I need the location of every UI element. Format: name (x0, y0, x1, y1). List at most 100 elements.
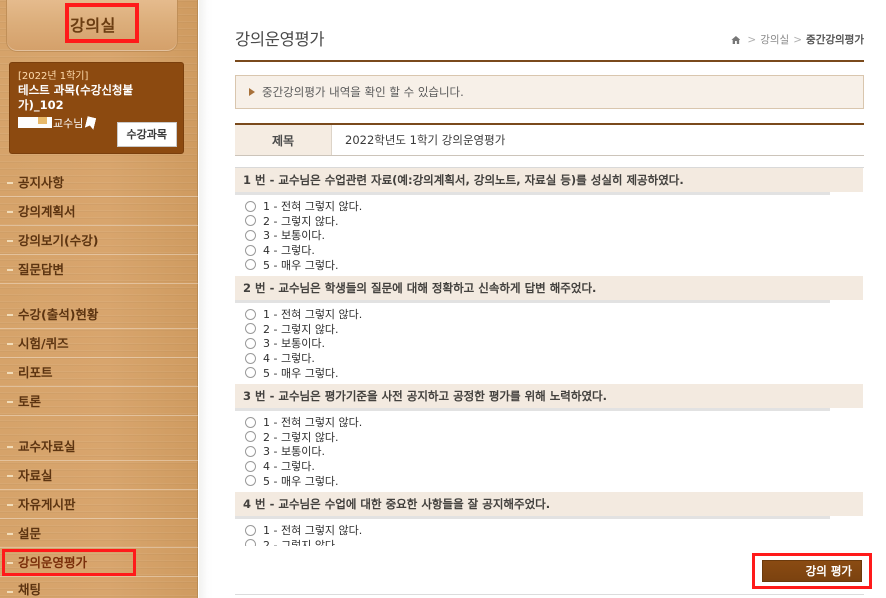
option-label[interactable]: 2 - 그렇지 않다. (263, 537, 339, 546)
my-courses-button[interactable]: 수강과목 (116, 122, 177, 147)
sidebar-item-label: 리포트 (18, 365, 53, 380)
sidebar-item-1-group-2[interactable]: 수강(출석)현황 (0, 300, 198, 329)
sidebar-item-label: 교수자료실 (18, 439, 76, 454)
radio-button[interactable] (245, 524, 256, 536)
question-header: 4 번 - 교수님은 수업에 대한 중요한 사항들을 잘 공지해주었다. (235, 491, 863, 519)
sidebar-item-2-group-3[interactable]: 자료실 (0, 461, 198, 490)
radio-button[interactable] (245, 475, 256, 487)
option-row[interactable]: 4 - 그렇다. (245, 351, 864, 366)
option-row[interactable]: 2 - 그렇지 않다. (245, 430, 864, 445)
page-title: 강의운영평가 (235, 30, 325, 49)
content-header: 강의운영평가 > 강의실 > 중간강의평가 (235, 22, 864, 62)
breadcrumb-item-classroom[interactable]: 강의실 (760, 34, 789, 46)
survey-title-value: 2022학년도 1학기 강의운영평가 (332, 125, 864, 155)
radio-button[interactable] (245, 367, 256, 379)
sidebar-item-2-group-2[interactable]: 시험/퀴즈 (0, 329, 198, 358)
sidebar-item-5-group-3[interactable]: 강의운영평가 (0, 548, 198, 577)
option-row[interactable]: 3 - 보통이다. (245, 336, 864, 351)
option-row[interactable]: 3 - 보통이다. (245, 444, 864, 459)
radio-button[interactable] (245, 431, 256, 443)
sidebar-item-3-group-1[interactable]: 강의보기(수강) (0, 226, 198, 255)
option-label[interactable]: 1 - 전혀 그렇지 않다. (263, 522, 362, 538)
radio-button[interactable] (245, 539, 256, 546)
submit-evaluation-button[interactable]: 강의 평가 (762, 560, 862, 582)
radio-button[interactable] (245, 337, 256, 349)
question-options: 1 - 전혀 그렇지 않다.2 - 그렇지 않다.3 - 보통이다.4 - 그렇… (235, 300, 864, 384)
option-row[interactable]: 2 - 그렇지 않다. (245, 537, 864, 546)
radio-button[interactable] (245, 215, 256, 227)
question-options: 1 - 전혀 그렇지 않다.2 - 그렇지 않다.3 - 보통이다.4 - 그렇… (235, 516, 864, 546)
sidebar-item-label: 시험/퀴즈 (18, 336, 69, 351)
option-label[interactable]: 3 - 보통이다. (263, 443, 325, 459)
sidebar-item-label: 자료실 (18, 468, 53, 483)
option-row[interactable]: 5 - 매우 그렇다. (245, 365, 864, 380)
sidebar-item-4-group-2[interactable]: 토론 (0, 387, 198, 416)
radio-button[interactable] (245, 229, 256, 241)
sidebar-item-3-group-3[interactable]: 자유게시판 (0, 490, 198, 519)
option-label[interactable]: 4 - 그렇다. (263, 458, 315, 474)
question-header-shadow (235, 407, 830, 411)
bottom-action-bar: 강의 평가 (235, 551, 872, 598)
question-block: 2 번 - 교수님은 학생들의 질문에 대해 정확하고 신속하게 답변 해주었다… (235, 275, 864, 384)
option-label[interactable]: 5 - 매우 그렇다. (263, 257, 339, 273)
option-row[interactable]: 1 - 전혀 그렇지 않다. (245, 415, 864, 430)
home-icon[interactable] (731, 36, 741, 44)
question-header-shadow (235, 299, 830, 303)
main-content: 강의운영평가 > 강의실 > 중간강의평가 중간강의평가 내역을 확인 할 수 있습니… (213, 0, 886, 598)
course-info-card: [2022년 1학기] 테스트 과목(수강신청불가)_102 교수님 수강과목 (9, 62, 184, 154)
option-label[interactable]: 1 - 전혀 그렇지 않다. (263, 306, 362, 322)
option-label[interactable]: 2 - 그렇지 않다. (263, 429, 339, 445)
option-label[interactable]: 2 - 그렇지 않다. (263, 321, 339, 337)
radio-button[interactable] (245, 352, 256, 364)
questions-scroll-area[interactable]: 1 번 - 교수님은 수업관련 자료(예:강의계획서, 강의노트, 자료실 등)… (235, 167, 864, 546)
option-row[interactable]: 1 - 전혀 그렇지 않다. (245, 199, 864, 214)
radio-button[interactable] (245, 259, 256, 271)
sidebar-item-4-group-3[interactable]: 설문 (0, 519, 198, 548)
option-label[interactable]: 3 - 보통이다. (263, 335, 325, 351)
sidebar: 강의실 [2022년 1학기] 테스트 과목(수강신청불가)_102 교수님 수… (0, 0, 198, 598)
option-row[interactable]: 3 - 보통이다. (245, 228, 864, 243)
radio-button[interactable] (245, 323, 256, 335)
radio-button[interactable] (245, 445, 256, 457)
option-row[interactable]: 2 - 그렇지 않다. (245, 322, 864, 337)
option-row[interactable]: 5 - 매우 그렇다. (245, 473, 864, 488)
option-label[interactable]: 5 - 매우 그렇다. (263, 473, 339, 489)
sidebar-tab-classroom[interactable]: 강의실 (6, 0, 178, 52)
option-row[interactable]: 4 - 그렇다. (245, 243, 864, 258)
sidebar-item-label: 설문 (18, 526, 42, 541)
option-label[interactable]: 4 - 그렇다. (263, 242, 315, 258)
option-label[interactable]: 5 - 매우 그렇다. (263, 365, 339, 381)
question-header: 1 번 - 교수님은 수업관련 자료(예:강의계획서, 강의노트, 자료실 등)… (235, 168, 863, 195)
sidebar-item-4-group-1[interactable]: 질문답변 (0, 255, 198, 284)
option-row[interactable]: 2 - 그렇지 않다. (245, 214, 864, 229)
sidebar-item-6-group-3[interactable]: 채팅 (0, 577, 198, 596)
radio-button[interactable] (245, 416, 256, 428)
radio-button[interactable] (245, 244, 256, 256)
question-options: 1 - 전혀 그렇지 않다.2 - 그렇지 않다.3 - 보통이다.4 - 그렇… (235, 193, 864, 276)
sidebar-item-label: 수강(출석)현황 (18, 307, 99, 322)
sidebar-item-1-group-1[interactable]: 공지사항 (0, 168, 198, 197)
option-label[interactable]: 1 - 전혀 그렇지 않다. (263, 414, 362, 430)
radio-button[interactable] (245, 308, 256, 320)
radio-button[interactable] (245, 200, 256, 212)
sidebar-item-label: 강의운영평가 (18, 555, 88, 570)
sidebar-item-label: 질문답변 (18, 262, 65, 277)
breadcrumb-item-current: 중간강의평가 (806, 34, 864, 46)
option-row[interactable]: 5 - 매우 그렇다. (245, 257, 864, 272)
option-row[interactable]: 1 - 전혀 그렇지 않다. (245, 523, 864, 538)
sidebar-item-2-group-1[interactable]: 강의계획서 (0, 197, 198, 226)
option-label[interactable]: 4 - 그렇다. (263, 350, 315, 366)
question-block: 3 번 - 교수님은 평가기준을 사전 공지하고 공정한 평가를 위해 노력하였… (235, 383, 864, 492)
option-label[interactable]: 2 - 그렇지 않다. (263, 213, 339, 229)
sidebar-item-label: 자유게시판 (18, 497, 76, 512)
option-label[interactable]: 3 - 보통이다. (263, 227, 325, 243)
sidebar-page-edge (199, 0, 213, 598)
bottom-divider (235, 594, 864, 595)
professor-suffix: 교수님 (53, 117, 84, 130)
option-row[interactable]: 4 - 그렇다. (245, 459, 864, 474)
radio-button[interactable] (245, 460, 256, 472)
option-label[interactable]: 1 - 전혀 그렇지 않다. (263, 198, 362, 214)
sidebar-item-1-group-3[interactable]: 교수자료실 (0, 432, 198, 461)
sidebar-item-3-group-2[interactable]: 리포트 (0, 358, 198, 387)
option-row[interactable]: 1 - 전혀 그렇지 않다. (245, 307, 864, 322)
